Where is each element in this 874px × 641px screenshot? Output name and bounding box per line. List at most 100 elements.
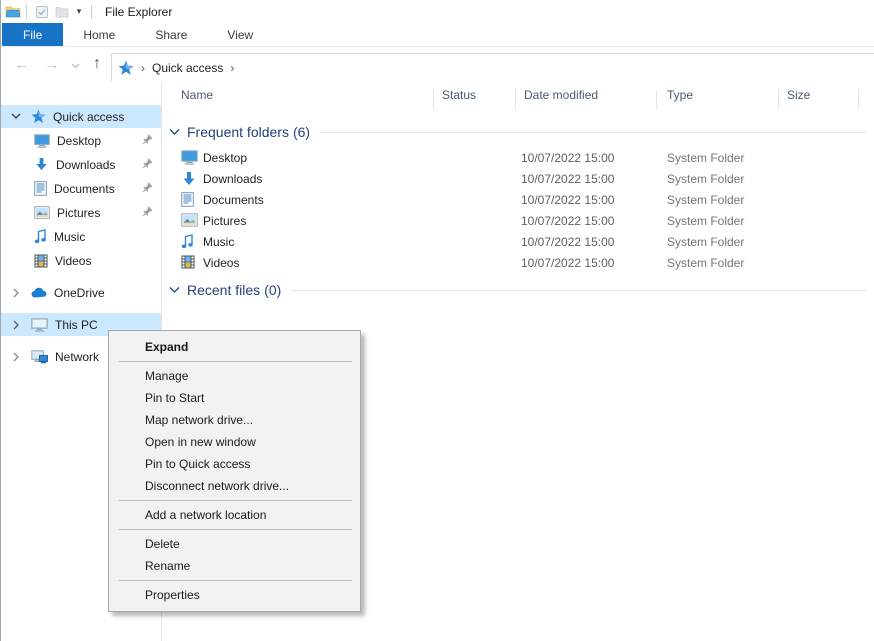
file-date-modified: 10/07/2022 15:00: [521, 235, 614, 249]
new-folder-button[interactable]: [52, 3, 72, 21]
menu-item-map-network-drive[interactable]: Map network drive...: [109, 409, 360, 431]
chevron-right-icon[interactable]: [10, 320, 22, 330]
chevron-right-icon[interactable]: [10, 288, 22, 298]
column-divider[interactable]: [515, 90, 516, 109]
videos-icon: [181, 255, 195, 269]
file-row-music[interactable]: Music 10/07/2022 15:00 System Folder: [162, 232, 874, 253]
group-header-frequent-folders[interactable]: Frequent folders (6): [169, 123, 874, 141]
tab-file[interactable]: File: [2, 23, 63, 46]
customize-quick-access-toolbar-dropdown-icon[interactable]: ▾: [72, 6, 86, 17]
sidebar-item-downloads[interactable]: Downloads: [1, 153, 161, 176]
recent-locations-dropdown-icon[interactable]: [67, 57, 83, 72]
chevron-down-icon[interactable]: [10, 113, 22, 120]
sidebar-item-pictures[interactable]: Pictures: [1, 201, 161, 224]
column-divider[interactable]: [858, 90, 859, 109]
menu-item-pin-to-start[interactable]: Pin to Start: [109, 387, 360, 409]
menu-separator: [119, 500, 352, 501]
menu-item-add-a-network-location[interactable]: Add a network location: [109, 504, 360, 526]
file-date-modified: 10/07/2022 15:00: [521, 256, 614, 270]
tab-share[interactable]: Share: [135, 23, 207, 46]
file-row-desktop[interactable]: Desktop 10/07/2022 15:00 System Folder: [162, 148, 874, 169]
sidebar-item-documents[interactable]: Documents: [1, 177, 161, 200]
breadcrumb-chevron-icon[interactable]: ›: [141, 61, 145, 75]
file-type: System Folder: [667, 193, 744, 207]
file-type: System Folder: [667, 172, 744, 186]
group-count: (6): [293, 124, 310, 140]
menu-item-manage[interactable]: Manage: [109, 365, 360, 387]
file-explorer-app-icon: [5, 4, 21, 20]
file-name: Pictures: [203, 214, 246, 228]
sidebar-item-label: Quick access: [53, 110, 124, 124]
titlebar-separator: [26, 5, 27, 19]
sidebar-item-music[interactable]: Music: [1, 225, 161, 248]
tab-view[interactable]: View: [207, 23, 273, 46]
title-bar: ▾ File Explorer: [1, 0, 874, 23]
menu-item-rename[interactable]: Rename: [109, 555, 360, 577]
group-rule: [320, 132, 866, 133]
column-header-name[interactable]: Name: [181, 88, 213, 102]
sidebar-item-label: Videos: [55, 254, 91, 268]
menu-item-properties[interactable]: Properties: [109, 584, 360, 606]
properties-button[interactable]: [32, 3, 52, 21]
group-rule: [291, 290, 866, 291]
file-row-documents[interactable]: Documents 10/07/2022 15:00 System Folder: [162, 190, 874, 211]
file-type: System Folder: [667, 235, 744, 249]
column-header-date-modified[interactable]: Date modified: [524, 88, 598, 102]
sidebar-item-label: Network: [55, 350, 99, 364]
column-divider[interactable]: [656, 90, 657, 109]
ribbon-tab-bar: File Home Share View: [1, 23, 874, 47]
menu-item-pin-to-quick-access[interactable]: Pin to Quick access: [109, 453, 360, 475]
menu-item-delete[interactable]: Delete: [109, 533, 360, 555]
file-row-downloads[interactable]: Downloads 10/07/2022 15:00 System Folder: [162, 169, 874, 190]
address-bar[interactable]: › Quick access ›: [111, 53, 874, 82]
up-button[interactable]: ↑: [83, 56, 111, 72]
group-header-recent-files[interactable]: Recent files (0): [169, 281, 874, 299]
this-pc-icon: [31, 318, 48, 332]
menu-item-open-in-new-window[interactable]: Open in new window: [109, 431, 360, 453]
tab-home[interactable]: Home: [63, 23, 135, 46]
file-name: Music: [203, 235, 234, 249]
file-type: System Folder: [667, 256, 744, 270]
group-label: Frequent folders: [187, 124, 289, 140]
music-icon: [34, 229, 47, 244]
file-name: Documents: [203, 193, 264, 207]
forward-button[interactable]: →: [37, 57, 67, 72]
sidebar-item-label: Music: [54, 230, 85, 244]
chevron-down-icon[interactable]: [169, 286, 180, 294]
chevron-right-icon[interactable]: [10, 352, 22, 362]
desktop-icon: [181, 150, 198, 165]
file-date-modified: 10/07/2022 15:00: [521, 151, 614, 165]
sidebar-item-onedrive[interactable]: OneDrive: [1, 281, 161, 304]
chevron-down-icon[interactable]: [169, 128, 180, 136]
file-name: Downloads: [203, 172, 262, 186]
documents-icon: [181, 192, 194, 207]
file-type: System Folder: [667, 151, 744, 165]
back-button[interactable]: ←: [7, 57, 37, 72]
menu-item-disconnect-network-drive[interactable]: Disconnect network drive...: [109, 475, 360, 497]
sidebar-item-quick-access[interactable]: Quick access: [1, 105, 161, 128]
breadcrumb-quick-access[interactable]: Quick access: [152, 61, 223, 75]
navigation-buttons: ← → ↑: [1, 47, 111, 81]
sidebar-item-label: This PC: [55, 318, 98, 332]
pictures-icon: [34, 206, 50, 219]
downloads-icon: [181, 171, 197, 187]
quick-access-star-icon: [118, 60, 134, 76]
menu-item-expand[interactable]: Expand: [109, 336, 360, 358]
column-header-type[interactable]: Type: [667, 88, 693, 102]
downloads-icon: [34, 157, 49, 172]
file-row-videos[interactable]: Videos 10/07/2022 15:00 System Folder: [162, 253, 874, 274]
breadcrumb-chevron-icon[interactable]: ›: [230, 61, 234, 75]
sidebar-item-desktop[interactable]: Desktop: [1, 129, 161, 152]
window-title: File Explorer: [105, 5, 172, 19]
menu-separator: [119, 580, 352, 581]
file-date-modified: 10/07/2022 15:00: [521, 214, 614, 228]
column-header-status[interactable]: Status: [442, 88, 476, 102]
sidebar-item-videos[interactable]: Videos: [1, 249, 161, 272]
column-header-size[interactable]: Size: [787, 88, 810, 102]
menu-separator: [119, 529, 352, 530]
navigation-toolbar: ← → ↑ › Quick access ›: [1, 47, 874, 82]
column-divider[interactable]: [778, 90, 779, 109]
column-divider[interactable]: [433, 90, 434, 109]
file-type: System Folder: [667, 214, 744, 228]
file-row-pictures[interactable]: Pictures 10/07/2022 15:00 System Folder: [162, 211, 874, 232]
